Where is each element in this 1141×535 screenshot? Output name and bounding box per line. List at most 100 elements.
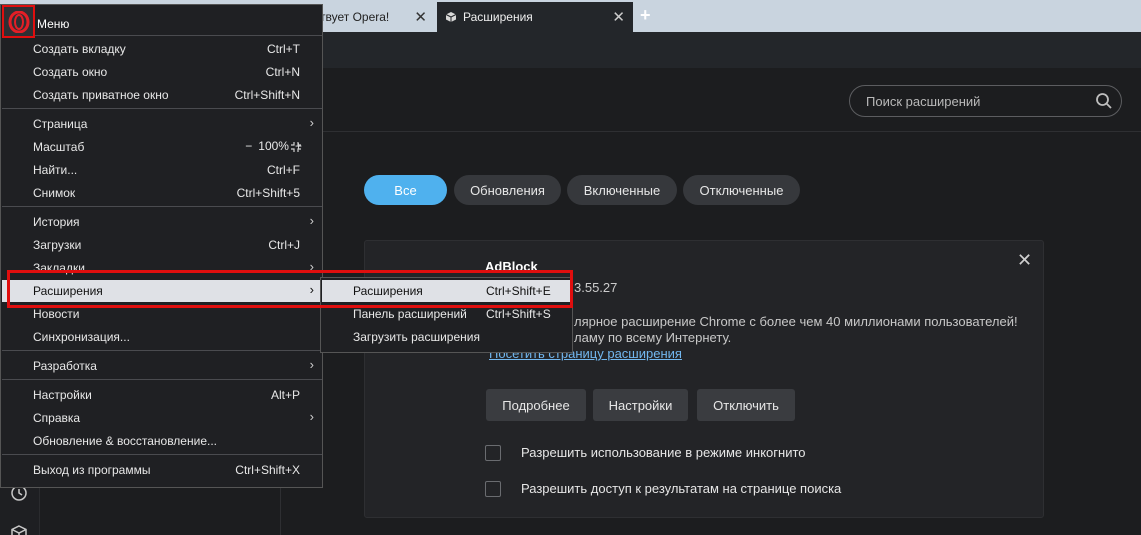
menu-divider: [2, 379, 322, 380]
menu-item-label: Создать вкладку: [33, 42, 126, 56]
menu-item-label: История: [33, 215, 80, 229]
extension-description-line1: лярное расширение Chrome с более чем 40 …: [574, 314, 1018, 329]
menu-item-shortcut: Alt+P: [270, 388, 300, 402]
menu-item-shortcut: Ctrl+J: [268, 238, 300, 252]
submenu-item-label: Панель расширений: [353, 307, 467, 321]
menu-item-shortcut: Ctrl+Shift+N: [234, 88, 300, 102]
menu-item-news[interactable]: Новости: [2, 303, 322, 325]
menu-item-label: Найти...: [33, 163, 78, 177]
menu-item-label: Обновление & восстановление...: [33, 434, 217, 448]
button-label: Настройки: [608, 397, 673, 413]
new-tab-button[interactable]: +: [640, 5, 651, 26]
menu-item-label: Закладки: [33, 261, 85, 275]
menu-item-find[interactable]: Найти... Ctrl+F: [2, 159, 322, 181]
menu-item-shortcut: Ctrl+N: [265, 65, 300, 79]
close-icon[interactable]: ✕: [612, 8, 625, 26]
chevron-right-icon: ›: [309, 115, 314, 130]
filter-updates-button[interactable]: Обновления: [454, 175, 561, 205]
menu-item-new-window[interactable]: Создать окно Ctrl+N: [2, 61, 322, 83]
submenu-item-label: Расширения: [353, 284, 423, 298]
opera-main-menu: Меню Создать вкладку Ctrl+T Создать окно C…: [0, 4, 323, 488]
allow-incognito-label: Разрешить использование в режиме инкогни…: [521, 445, 806, 460]
opera-menu-button[interactable]: [2, 5, 35, 38]
submenu-item-extensions-panel[interactable]: Панель расширений Ctrl+Shift+S: [322, 303, 572, 325]
fullscreen-icon[interactable]: [290, 141, 302, 153]
submenu-item-label: Загрузить расширения: [353, 330, 480, 344]
menu-item-shortcut: Ctrl+Shift+5: [236, 186, 300, 200]
menu-item-history[interactable]: История ›: [2, 211, 322, 233]
chevron-right-icon: ›: [309, 213, 314, 228]
extensions-submenu: Расширения Ctrl+Shift+E Панель расширений…: [320, 277, 573, 353]
allow-search-results-label: Разрешить доступ к результатам на страни…: [521, 481, 842, 496]
tab-extensions[interactable]: Расширения ✕: [437, 2, 633, 32]
search-placeholder: Поиск расширений: [866, 94, 981, 109]
menu-item-label: Расширения: [33, 284, 103, 298]
menu-item-page[interactable]: Страница ›: [2, 113, 322, 135]
cube-icon[interactable]: [10, 524, 28, 535]
remove-extension-close-icon[interactable]: ✕: [1017, 250, 1032, 271]
menu-divider: [2, 35, 322, 36]
filter-disabled-button[interactable]: Отключенные: [683, 175, 800, 205]
menu-item-label: Загрузки: [33, 238, 82, 252]
allow-search-results-checkbox[interactable]: [485, 481, 501, 497]
extension-description-line2: ламу по всему Интернету.: [574, 330, 732, 345]
submenu-item-shortcut: Ctrl+Shift+E: [486, 284, 551, 298]
search-input[interactable]: Поиск расширений: [849, 85, 1122, 117]
menu-item-label: Новости: [33, 307, 80, 321]
submenu-item-extensions[interactable]: Расширения Ctrl+Shift+E: [322, 280, 572, 302]
disable-button[interactable]: Отключить: [697, 389, 795, 421]
filter-label: Обновления: [470, 182, 545, 198]
extension-name: AdBlock: [485, 259, 538, 274]
filter-label: Включенные: [583, 182, 661, 198]
menu-item-extensions[interactable]: Расширения ›: [2, 280, 322, 302]
menu-item-developer[interactable]: Разработка ›: [2, 355, 322, 377]
extension-version: 3.55.27: [574, 280, 618, 295]
filter-label: Отключенные: [699, 182, 784, 198]
menu-item-zoom[interactable]: Масштаб − 100% +: [2, 136, 322, 158]
cube-icon: [445, 12, 457, 22]
submenu-item-shortcut: Ctrl+Shift+S: [486, 307, 551, 321]
menu-divider: [2, 350, 322, 351]
menu-item-shortcut: Ctrl+Shift+X: [235, 463, 300, 477]
menu-item-new-private-window[interactable]: Создать приватное окно Ctrl+Shift+N: [2, 84, 322, 106]
menu-item-settings[interactable]: Настройки Alt+P: [2, 384, 322, 406]
zoom-out-button[interactable]: −: [245, 139, 252, 153]
button-label: Подробнее: [502, 397, 570, 413]
close-icon[interactable]: ✕: [414, 8, 427, 26]
settings-button[interactable]: Настройки: [593, 389, 688, 421]
menu-item-label: Разработка: [33, 359, 97, 373]
menu-item-label: Настройки: [33, 388, 92, 402]
tab-label: ствует Opera!: [314, 10, 390, 24]
menu-item-label: Выход из программы: [33, 463, 151, 477]
menu-item-exit[interactable]: Выход из программы Ctrl+Shift+X: [2, 459, 322, 481]
menu-item-label: Синхронизация...: [33, 330, 130, 344]
zoom-level: 100%: [258, 139, 289, 153]
menu-item-label: Создать приватное окно: [33, 88, 169, 102]
menu-title: Меню: [37, 17, 70, 31]
menu-item-snapshot[interactable]: Снимок Ctrl+Shift+5: [2, 182, 322, 204]
allow-incognito-checkbox[interactable]: [485, 445, 501, 461]
menu-item-shortcut: Ctrl+T: [267, 42, 300, 56]
chevron-right-icon: ›: [309, 357, 314, 372]
menu-item-update-recovery[interactable]: Обновление & восстановление...: [2, 430, 322, 452]
filter-enabled-button[interactable]: Включенные: [567, 175, 677, 205]
filter-all-button[interactable]: Все: [364, 175, 447, 205]
tab-label: Расширения: [463, 10, 533, 24]
menu-item-help[interactable]: Справка ›: [2, 407, 322, 429]
menu-item-new-tab[interactable]: Создать вкладку Ctrl+T: [2, 38, 322, 60]
chevron-right-icon: ›: [309, 259, 314, 274]
menu-item-sync[interactable]: Синхронизация...: [2, 326, 322, 348]
menu-item-bookmarks[interactable]: Закладки ›: [2, 257, 322, 279]
menu-item-label: Справка: [33, 411, 81, 425]
menu-item-label: Масштаб: [33, 140, 85, 154]
menu-divider: [2, 454, 322, 455]
search-icon[interactable]: [1095, 92, 1113, 110]
menu-item-downloads[interactable]: Загрузки Ctrl+J: [2, 234, 322, 256]
menu-item-shortcut: Ctrl+F: [267, 163, 300, 177]
button-label: Отключить: [713, 397, 779, 413]
filter-label: Все: [394, 182, 417, 198]
menu-item-label: Создать окно: [33, 65, 108, 79]
details-button[interactable]: Подробнее: [486, 389, 586, 421]
submenu-item-get-extensions[interactable]: Загрузить расширения: [322, 326, 572, 348]
menu-item-label: Снимок: [33, 186, 76, 200]
